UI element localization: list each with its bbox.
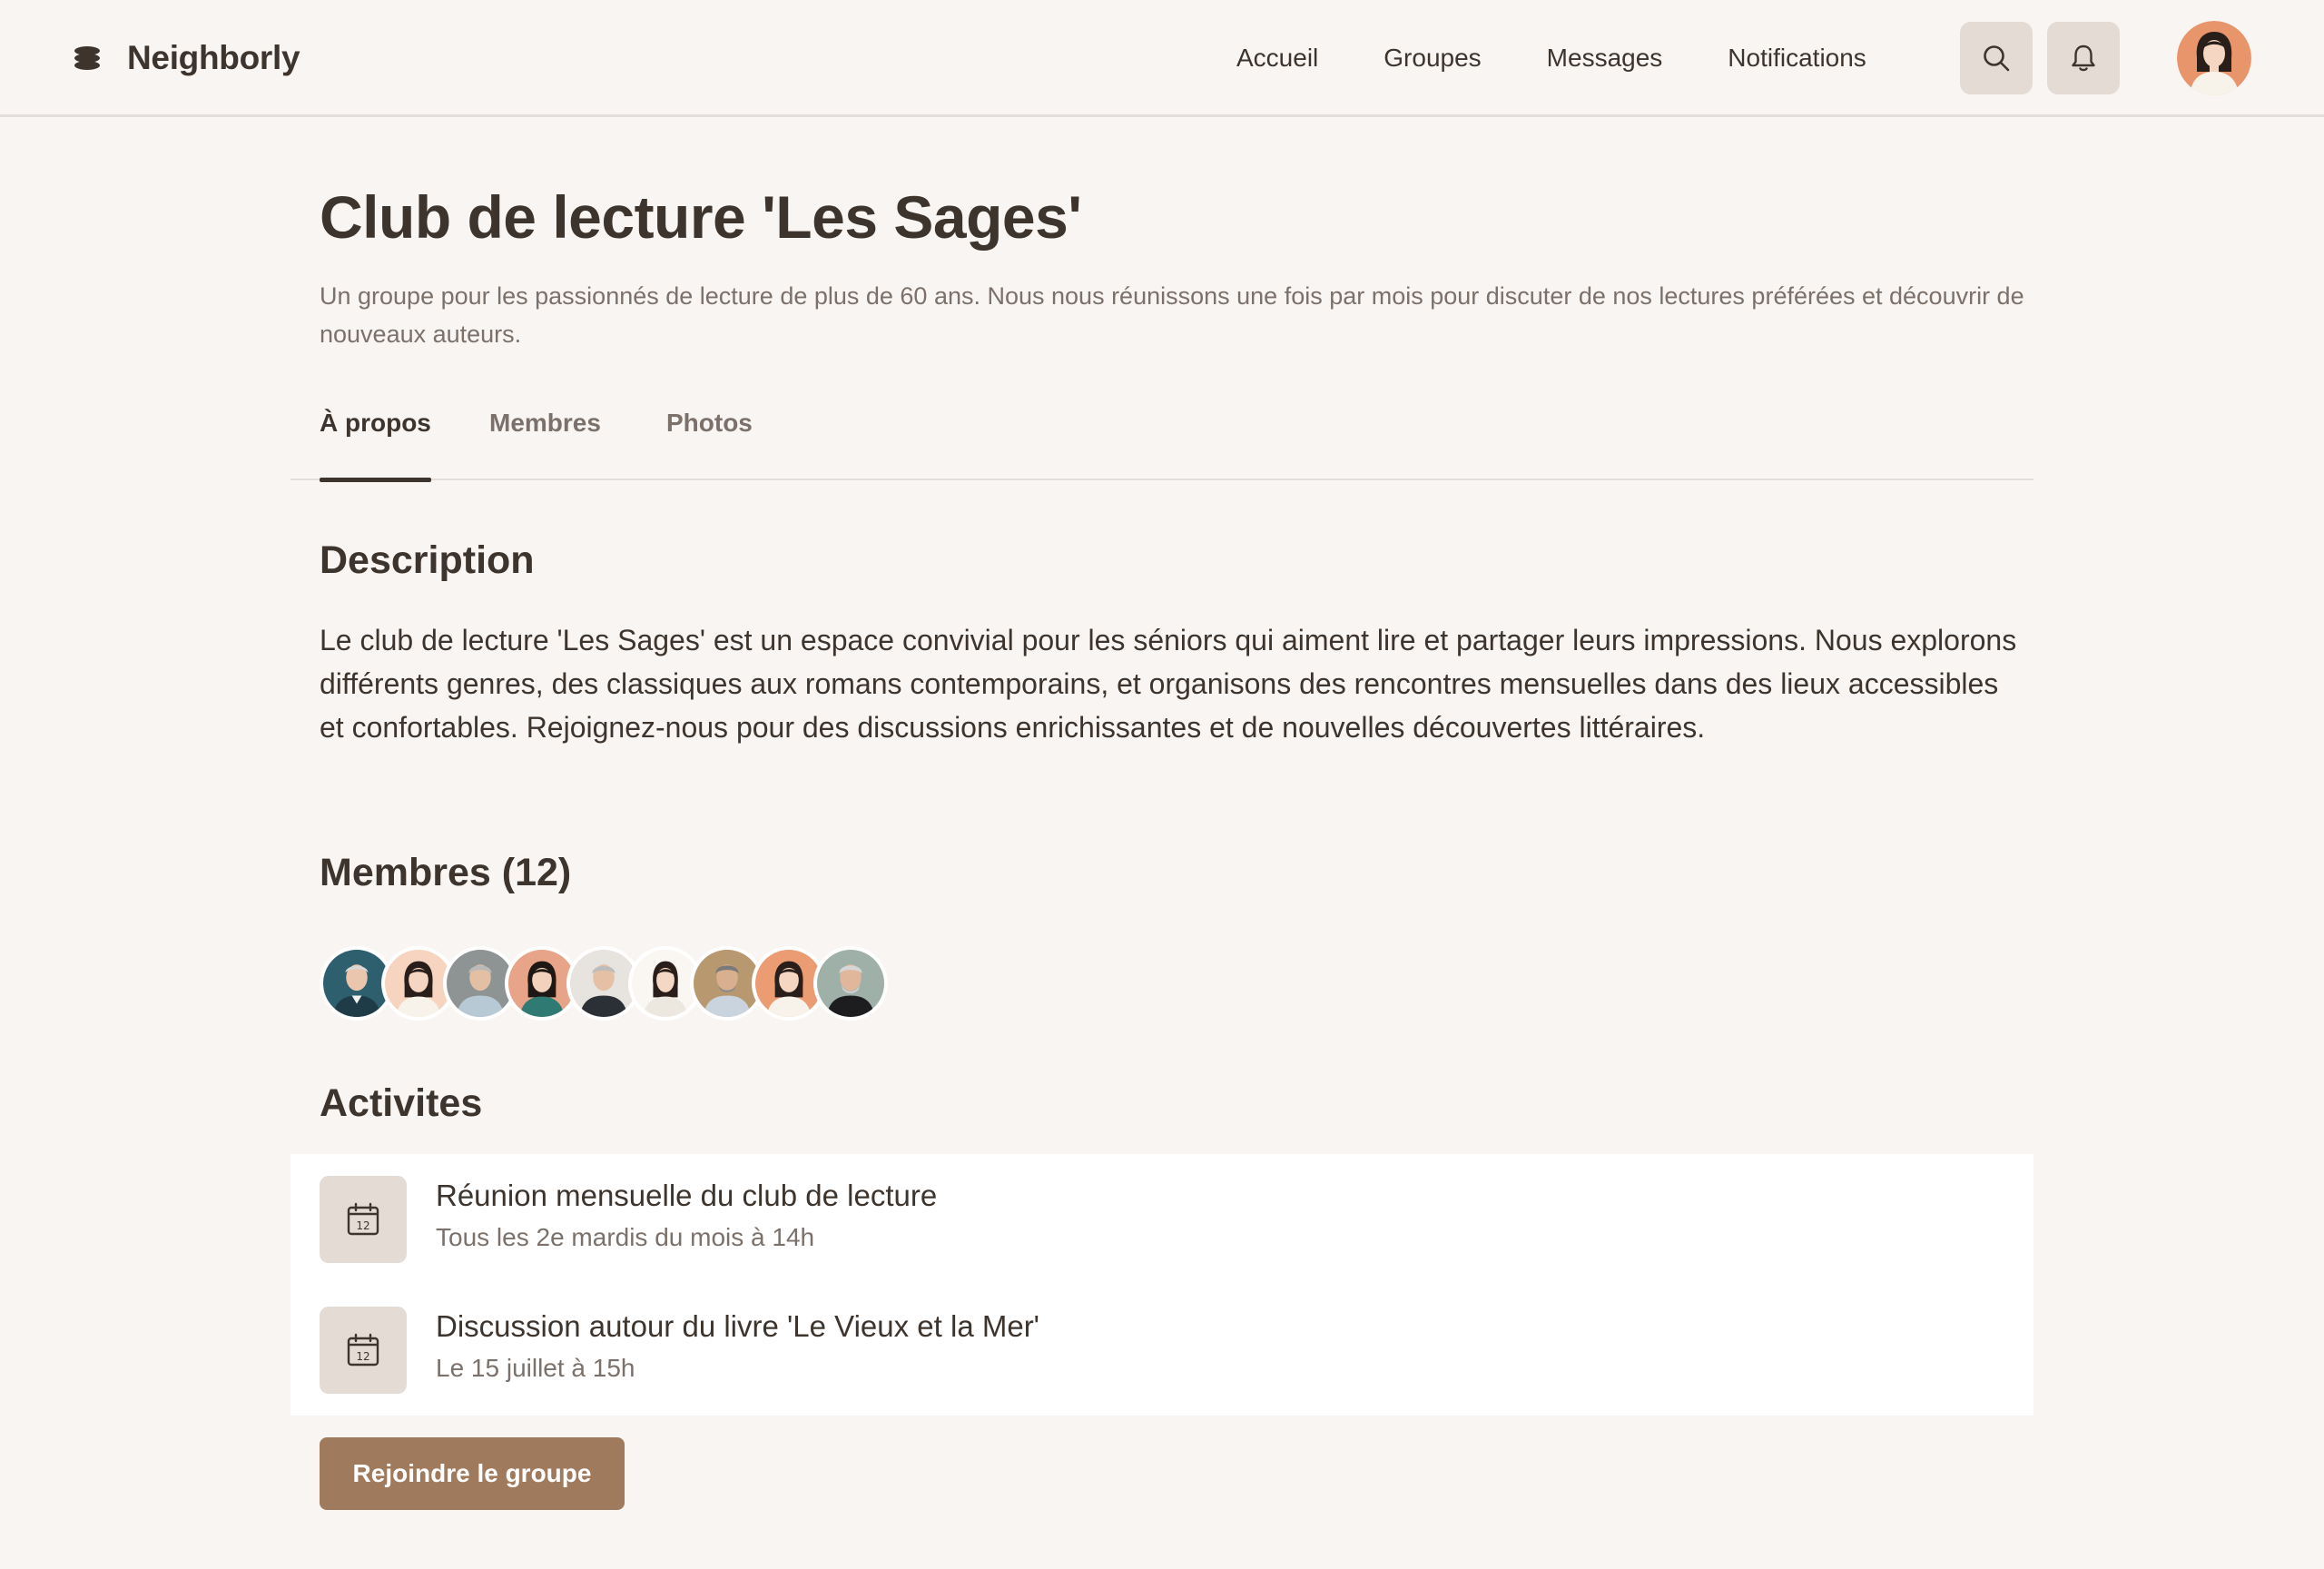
tab-membres[interactable]: Membres xyxy=(489,399,601,480)
stack-icon xyxy=(74,46,100,70)
member-avatar[interactable] xyxy=(813,946,888,1021)
activity-icon-tile: 12 xyxy=(320,1176,407,1263)
activities-heading: Activites xyxy=(320,1081,483,1125)
description-heading: Description xyxy=(320,538,535,582)
search-icon xyxy=(1984,45,2010,72)
activity-item[interactable]: 12 Réunion mensuelle du club de lecture … xyxy=(320,1176,2004,1263)
activity-icon-tile: 12 xyxy=(320,1307,407,1394)
app-name: Neighborly xyxy=(127,39,300,76)
activity-subtitle: Tous les 2e mardis du mois à 14h xyxy=(436,1223,815,1251)
activity-title: Réunion mensuelle du club de lecture xyxy=(436,1179,938,1212)
activity-subtitle: Le 15 juillet à 15h xyxy=(436,1354,635,1382)
bell-icon xyxy=(2072,44,2095,72)
brand[interactable]: Neighborly xyxy=(71,33,300,84)
nav-item-messages[interactable]: Messages xyxy=(1547,36,1663,80)
members-heading: Membres (12) xyxy=(320,851,572,894)
calendar-icon: 12 xyxy=(347,1202,379,1236)
user-avatar[interactable] xyxy=(2177,21,2251,95)
search-button[interactable] xyxy=(1960,22,2033,94)
description-text: Le club de lecture 'Les Sages' est un es… xyxy=(320,624,2017,744)
main-nav: Accueil Groupes Messages Notifications xyxy=(1236,36,1866,80)
activity-title: Discussion autour du livre 'Le Vieux et … xyxy=(436,1309,1039,1343)
member-avatars xyxy=(320,946,888,1022)
group-tabs: À propos Membres Photos xyxy=(290,399,2034,482)
join-group-button[interactable]: Rejoindre le groupe xyxy=(320,1437,625,1510)
activities-list: 12 Réunion mensuelle du club de lecture … xyxy=(290,1154,2034,1416)
tab-a-propos[interactable]: À propos xyxy=(320,399,431,482)
top-navigation-bar: Neighborly Accueil Groupes Messages Noti… xyxy=(0,0,2324,117)
nav-item-groupes[interactable]: Groupes xyxy=(1384,36,1481,80)
notifications-button[interactable] xyxy=(2047,22,2120,94)
calendar-icon: 12 xyxy=(347,1333,379,1367)
tab-photos[interactable]: Photos xyxy=(666,399,753,480)
svg-text:12: 12 xyxy=(356,1219,369,1232)
activity-item[interactable]: 12 Discussion autour du livre 'Le Vieux … xyxy=(320,1307,2004,1394)
nav-item-notifications[interactable]: Notifications xyxy=(1728,36,1866,80)
group-subtitle: Un groupe pour les passionnés de lecture… xyxy=(320,282,2024,348)
nav-item-accueil[interactable]: Accueil xyxy=(1236,36,1318,80)
svg-text:12: 12 xyxy=(356,1350,369,1363)
page-title: Club de lecture 'Les Sages' xyxy=(320,183,1082,251)
